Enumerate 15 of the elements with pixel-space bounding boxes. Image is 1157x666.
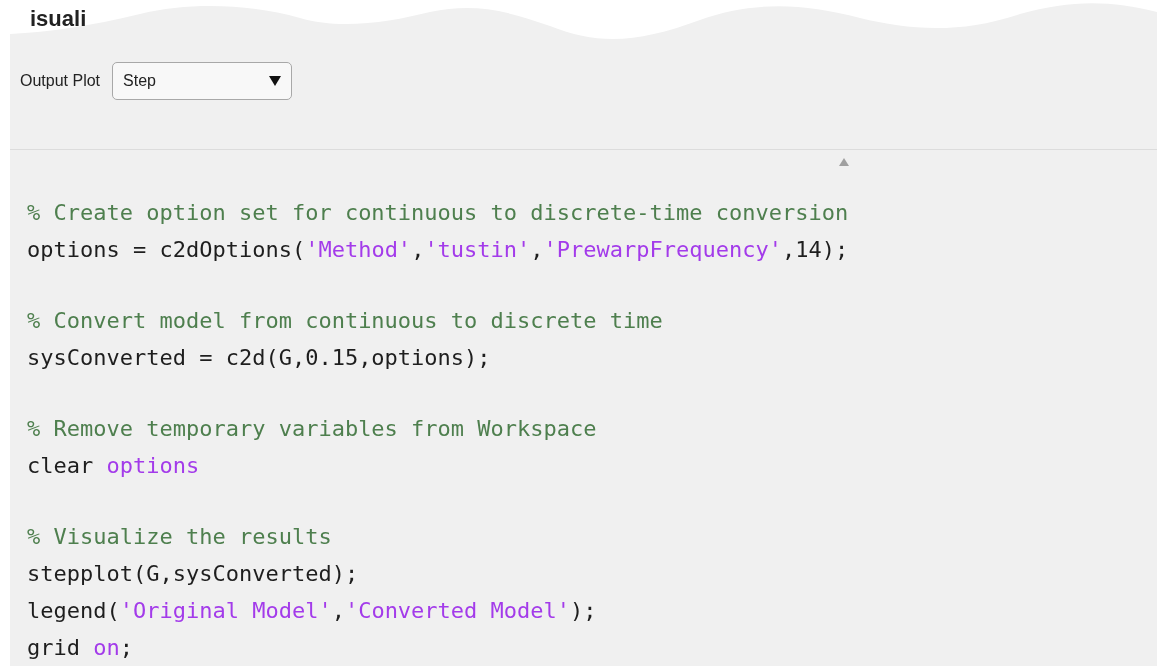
code-line: % Remove temporary variables from Workspace — [27, 415, 598, 443]
code-line: legend('Original Model','Converted Model'); — [27, 597, 598, 625]
collapse-icon[interactable] — [838, 158, 849, 166]
output-plot-dropdown[interactable]: Step — [112, 62, 293, 100]
code-line: options = c2dOptions('Method','tustin','PrewarpFrequency',14); — [27, 236, 850, 264]
dropdown-arrow-icon — [269, 76, 282, 86]
code-line: % Convert model from continuous to discrete time — [27, 307, 664, 335]
control-label: Output Plot — [20, 71, 101, 91]
section-heading: isuali — [30, 8, 87, 30]
code-line: % Visualize the results — [27, 523, 333, 551]
code-line: stepplot(G,sysConverted); — [27, 560, 360, 588]
code-line: grid on; — [27, 634, 134, 662]
code-line: % Create option set for continuous to discrete-time conversion — [27, 199, 850, 227]
code-line: sysConverted = c2d(G,0.15,options); — [27, 344, 492, 372]
code-line: clear options — [27, 452, 201, 480]
